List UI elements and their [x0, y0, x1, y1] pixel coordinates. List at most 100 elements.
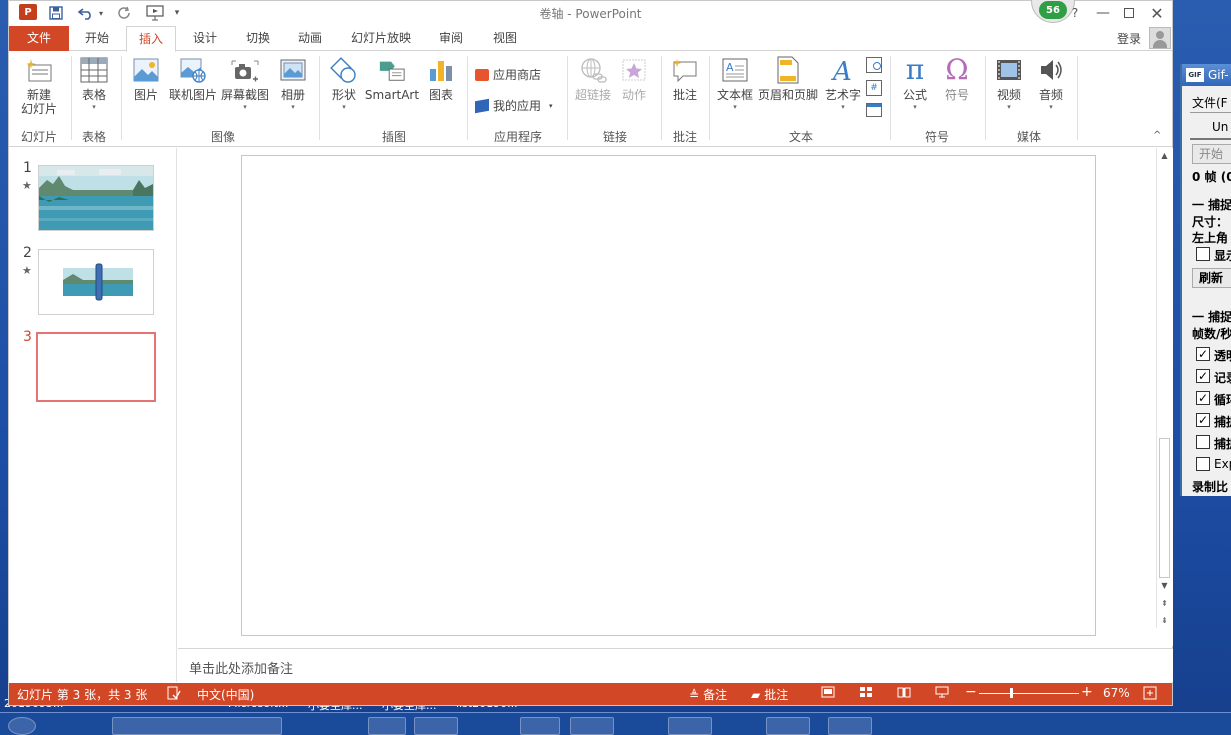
screenshot-button[interactable]: 屏幕截图 ▾	[221, 56, 269, 112]
gif-option-checkbox[interactable]: ✓	[1196, 369, 1210, 383]
hyperlink-button[interactable]: 超链接	[573, 56, 613, 102]
online-picture-button[interactable]: 联机图片	[169, 56, 217, 102]
action-button[interactable]: 动作	[617, 56, 651, 102]
gif-refresh-button[interactable]: 刷新	[1192, 268, 1231, 288]
gif-window-title[interactable]: GIF Gif-	[1182, 64, 1231, 86]
comment-button[interactable]: 批注	[667, 56, 703, 102]
sign-in-link[interactable]: 登录	[1117, 30, 1141, 47]
wordart-button[interactable]: A 艺术字 ▾	[821, 56, 865, 112]
header-footer-button[interactable]: 页眉和页脚	[757, 56, 819, 102]
minimize-icon[interactable]: —	[1091, 3, 1115, 23]
taskbar-item[interactable]	[766, 717, 810, 735]
store-button[interactable]: 应用商店	[475, 66, 541, 83]
date-time-button[interactable]	[866, 57, 882, 73]
gif-start-button[interactable]: 开始	[1192, 144, 1231, 164]
tab-slideshow[interactable]: 幻灯片放映	[344, 26, 418, 51]
taskbar-item[interactable]	[570, 717, 614, 735]
textbox-label: 文本框	[716, 88, 753, 102]
my-apps-button[interactable]: 我的应用 ▾	[475, 97, 553, 114]
vertical-scrollbar[interactable]: ▲ ▼ ⇞ ⇟	[1156, 148, 1172, 628]
chart-label: 图表	[428, 88, 453, 102]
symbol-button[interactable]: Ω 符号	[939, 56, 975, 103]
tab-design[interactable]: 设计	[185, 26, 225, 51]
taskbar-item[interactable]	[828, 717, 872, 735]
gif-show-checkbox[interactable]	[1196, 247, 1210, 261]
new-slide-button[interactable]: 新建 幻灯片	[17, 56, 61, 116]
zoom-slider[interactable]	[979, 688, 1079, 698]
tab-transitions[interactable]: 切换	[238, 26, 278, 51]
video-button[interactable]: 视频 ▾	[991, 56, 1027, 112]
start-button[interactable]	[8, 717, 36, 735]
slideshow-view-icon[interactable]	[935, 686, 949, 698]
gif-option-checkbox[interactable]: ✓	[1196, 413, 1210, 427]
zoom-out-button[interactable]: −	[965, 684, 977, 700]
shapes-label: 形状	[331, 88, 356, 102]
tab-home[interactable]: 开始	[77, 26, 117, 51]
online-picture-label: 联机图片	[169, 88, 218, 102]
slide-sorter-icon[interactable]	[859, 686, 873, 698]
taskbar-item[interactable]	[112, 717, 282, 735]
scroll-up-icon[interactable]: ▲	[1157, 148, 1172, 162]
shapes-button[interactable]: 形状 ▾	[327, 56, 361, 112]
avatar[interactable]	[1149, 27, 1171, 49]
taskbar-item[interactable]	[520, 717, 560, 735]
notes-pane[interactable]: 单击此处添加备注	[178, 648, 1173, 682]
audio-button[interactable]: 音频 ▾	[1033, 56, 1069, 112]
title-bar: P ▾ ▾ 卷轴 - PowerPoint 56 ? — ✕	[9, 0, 1172, 25]
zoom-level[interactable]: 67%	[1103, 686, 1130, 700]
header-footer-icon	[774, 56, 802, 84]
tab-file[interactable]: 文件	[9, 26, 69, 51]
zoom-slider-thumb[interactable]	[1010, 688, 1013, 698]
chart-button[interactable]: 图表	[423, 56, 459, 102]
separator	[709, 56, 710, 140]
next-slide-icon[interactable]: ⇟	[1157, 613, 1172, 627]
slide-thumbnail-3-selected[interactable]	[36, 332, 156, 402]
tab-animations[interactable]: 动画	[290, 26, 330, 51]
normal-view-icon[interactable]	[821, 686, 835, 698]
shapes-icon	[330, 56, 358, 84]
table-button[interactable]: 表格 ▾	[77, 56, 111, 112]
collapse-ribbon-icon[interactable]: ^	[1153, 130, 1161, 141]
gif-menu-file[interactable]: 文件(F	[1192, 94, 1228, 111]
separator	[1077, 56, 1078, 140]
taskbar-item[interactable]	[368, 717, 406, 735]
notes-button[interactable]: ≜ 备注	[689, 686, 727, 703]
comments-button[interactable]: ▰ 批注	[751, 686, 788, 703]
close-icon[interactable]: ✕	[1145, 3, 1169, 23]
tab-review[interactable]: 审阅	[431, 26, 471, 51]
equation-button[interactable]: π 公式 ▾	[897, 56, 933, 112]
scroll-down-icon[interactable]: ▼	[1157, 578, 1172, 592]
slide-canvas[interactable]	[241, 155, 1096, 636]
textbox-button[interactable]: A 文本框 ▾	[715, 56, 755, 112]
smartart-button[interactable]: SmartArt	[365, 56, 419, 102]
language-status[interactable]: 中文(中国)	[197, 686, 254, 703]
my-apps-label: 我的应用	[493, 99, 542, 113]
gif-option-label: Exp	[1214, 457, 1231, 471]
gif-option-checkbox[interactable]	[1196, 457, 1210, 471]
help-icon[interactable]: ?	[1063, 3, 1087, 23]
gif-option-checkbox[interactable]: ✓	[1196, 347, 1210, 361]
gif-option-checkbox[interactable]: ✓	[1196, 391, 1210, 405]
fit-to-window-icon[interactable]	[1143, 686, 1157, 700]
tab-view[interactable]: 视图	[485, 26, 525, 51]
slide-count-status[interactable]: 幻灯片 第 3 张，共 3 张	[17, 686, 147, 703]
tab-insert[interactable]: 插入	[126, 26, 176, 52]
slide-thumbnail-2[interactable]	[38, 249, 154, 315]
dropdown-icon: ▾	[342, 103, 346, 111]
previous-slide-icon[interactable]: ⇞	[1157, 596, 1172, 610]
slide-thumbnail-1[interactable]	[38, 165, 154, 231]
reading-view-icon[interactable]	[897, 686, 911, 698]
gif-start-label: 开始	[1199, 147, 1224, 161]
gif-option-checkbox[interactable]	[1196, 435, 1210, 449]
picture-button[interactable]: 图片	[129, 56, 163, 102]
album-button[interactable]: 相册 ▾	[275, 56, 311, 112]
taskbar-item[interactable]	[414, 717, 458, 735]
spell-check-icon[interactable]	[167, 686, 181, 700]
ribbon: 新建 幻灯片 幻灯片 表格 ▾ 表格 图片 联机图片 屏幕截图 ▾ 相册 ▾ 图…	[9, 52, 1172, 147]
zoom-in-button[interactable]: +	[1081, 684, 1093, 700]
slide-number-button[interactable]: #	[866, 80, 882, 96]
scrollbar-thumb[interactable]	[1159, 438, 1170, 578]
object-button[interactable]	[866, 103, 882, 117]
maximize-icon[interactable]	[1117, 3, 1141, 23]
taskbar-item[interactable]	[668, 717, 712, 735]
